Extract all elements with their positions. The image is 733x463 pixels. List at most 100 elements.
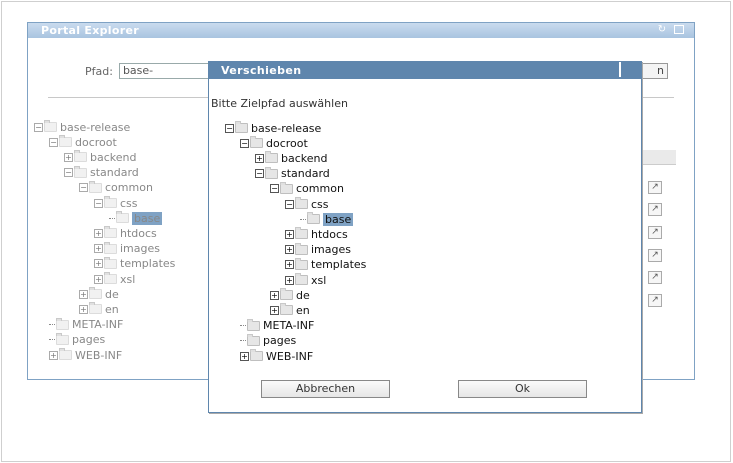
folder-icon bbox=[104, 241, 117, 254]
tree-node-label: htdocs bbox=[311, 227, 348, 241]
folder-icon bbox=[280, 181, 293, 194]
expand-icon[interactable]: + bbox=[64, 152, 73, 162]
collapse-icon[interactable]: − bbox=[225, 123, 234, 133]
expand-icon[interactable]: + bbox=[285, 229, 294, 239]
tree-node[interactable]: + xsl bbox=[285, 273, 326, 287]
collapse-icon[interactable]: − bbox=[285, 199, 294, 209]
edit-arrow-icon[interactable]: ↗ bbox=[648, 294, 662, 307]
expand-icon[interactable]: + bbox=[94, 274, 103, 284]
expand-icon[interactable]: + bbox=[270, 290, 279, 300]
dialog-resize-handle[interactable] bbox=[619, 62, 631, 77]
expand-icon[interactable]: + bbox=[285, 275, 294, 285]
collapse-icon[interactable]: − bbox=[240, 138, 249, 148]
tree-node-label: standard bbox=[90, 166, 139, 180]
expand-icon[interactable]: + bbox=[270, 305, 279, 315]
collapse-icon[interactable]: − bbox=[49, 137, 58, 147]
collapse-icon[interactable]: − bbox=[79, 183, 88, 193]
tree-node[interactable]: + backend bbox=[255, 151, 327, 165]
edit-arrow-icon[interactable]: ↗ bbox=[648, 226, 662, 239]
tree-node[interactable]: + en bbox=[270, 303, 310, 317]
tree-node[interactable]: − css bbox=[94, 196, 138, 210]
tree-node[interactable]: − docroot bbox=[49, 135, 117, 149]
tree-node[interactable]: − css bbox=[285, 197, 329, 211]
tree-node[interactable]: − common bbox=[270, 181, 344, 196]
tree-node[interactable]: − standard bbox=[255, 166, 330, 181]
tree-node[interactable]: − standard bbox=[64, 165, 139, 180]
tree-node[interactable]: + de bbox=[79, 287, 119, 301]
tree-node[interactable]: + de bbox=[270, 288, 310, 302]
folder-icon bbox=[295, 273, 308, 285]
folder-icon bbox=[235, 121, 248, 133]
tree-connector bbox=[240, 340, 246, 342]
folder-icon bbox=[89, 180, 102, 193]
tree-node[interactable]: − common bbox=[79, 180, 153, 195]
tree-node[interactable]: pages bbox=[49, 332, 106, 347]
tree-node[interactable]: + backend bbox=[64, 150, 136, 164]
folder-icon bbox=[44, 120, 57, 132]
expand-icon[interactable]: + bbox=[94, 259, 103, 269]
refresh-icon[interactable]: ↻ bbox=[656, 24, 668, 35]
tree-node-label: images bbox=[311, 243, 351, 257]
tree-node[interactable]: + images bbox=[285, 242, 351, 257]
tree-node[interactable]: META-INF bbox=[49, 317, 123, 332]
folder-icon bbox=[247, 318, 260, 331]
tree-node-label: common bbox=[105, 181, 153, 195]
path-input[interactable]: base-release\doc bbox=[118, 63, 215, 79]
folder-icon bbox=[56, 317, 69, 330]
tree-node[interactable]: META-INF bbox=[240, 318, 314, 333]
expand-icon[interactable]: + bbox=[240, 351, 249, 361]
tree-node-label: backend bbox=[90, 150, 137, 164]
tree-node-label: htdocs bbox=[120, 226, 157, 240]
collapse-icon[interactable]: − bbox=[64, 168, 73, 178]
edit-arrow-icon[interactable]: ↗ bbox=[648, 181, 662, 194]
expand-icon[interactable]: + bbox=[79, 289, 88, 299]
maximize-icon[interactable] bbox=[674, 25, 684, 34]
tree-node-label: images bbox=[120, 242, 160, 256]
path-label: Pfad: bbox=[85, 64, 113, 78]
tree-node[interactable]: + en bbox=[79, 302, 119, 316]
tree-node-label: docroot bbox=[75, 135, 117, 149]
ok-button[interactable]: Ok bbox=[458, 380, 587, 398]
tree-node[interactable]: − base-release bbox=[225, 121, 321, 135]
folder-icon bbox=[250, 349, 263, 361]
collapse-icon[interactable]: − bbox=[255, 169, 264, 179]
folder-icon bbox=[295, 197, 308, 209]
edit-arrow-icon[interactable]: ↗ bbox=[648, 249, 662, 262]
tree-node-label: pages bbox=[72, 333, 106, 347]
expand-icon[interactable]: + bbox=[285, 260, 294, 270]
expand-icon[interactable]: + bbox=[94, 228, 103, 238]
edit-arrow-icon[interactable]: ↗ bbox=[648, 203, 662, 216]
expand-icon[interactable]: + bbox=[79, 304, 88, 314]
tree-node[interactable]: + templates bbox=[94, 256, 175, 271]
tree-node-label: base-release bbox=[60, 120, 131, 134]
tree-connector bbox=[49, 339, 55, 341]
expand-icon[interactable]: + bbox=[255, 153, 264, 163]
folder-icon bbox=[104, 272, 117, 284]
expand-icon[interactable]: + bbox=[285, 245, 294, 255]
tree-node[interactable]: + WEB-INF bbox=[49, 348, 122, 362]
tree-node[interactable]: + images bbox=[94, 241, 160, 256]
tree-node[interactable]: − base-release bbox=[34, 120, 130, 134]
tree-node-label: base-release bbox=[251, 121, 322, 135]
expand-icon[interactable]: + bbox=[49, 350, 58, 360]
expand-icon[interactable]: + bbox=[94, 244, 103, 254]
tree-node[interactable]: base bbox=[300, 212, 354, 226]
folder-icon bbox=[295, 257, 308, 270]
cancel-button[interactable]: Abbrechen bbox=[261, 380, 390, 398]
collapse-icon[interactable]: − bbox=[94, 198, 103, 208]
tree-node[interactable]: + htdocs bbox=[285, 227, 348, 241]
folder-icon bbox=[307, 212, 320, 225]
edit-arrow-icon[interactable]: ↗ bbox=[648, 271, 662, 284]
folder-icon bbox=[295, 242, 308, 255]
tree-node[interactable]: + WEB-INF bbox=[240, 349, 313, 363]
tree-node[interactable]: − docroot bbox=[240, 136, 308, 150]
tree-node[interactable]: + htdocs bbox=[94, 226, 157, 240]
tree-node[interactable]: base bbox=[109, 211, 163, 225]
tree-node[interactable]: pages bbox=[240, 333, 296, 348]
explorer-title: Portal Explorer bbox=[41, 24, 139, 37]
tree-node[interactable]: + templates bbox=[285, 257, 366, 272]
folder-icon bbox=[247, 333, 260, 346]
tree-node[interactable]: + xsl bbox=[94, 272, 135, 286]
collapse-icon[interactable]: − bbox=[34, 122, 43, 132]
collapse-icon[interactable]: − bbox=[270, 184, 279, 194]
